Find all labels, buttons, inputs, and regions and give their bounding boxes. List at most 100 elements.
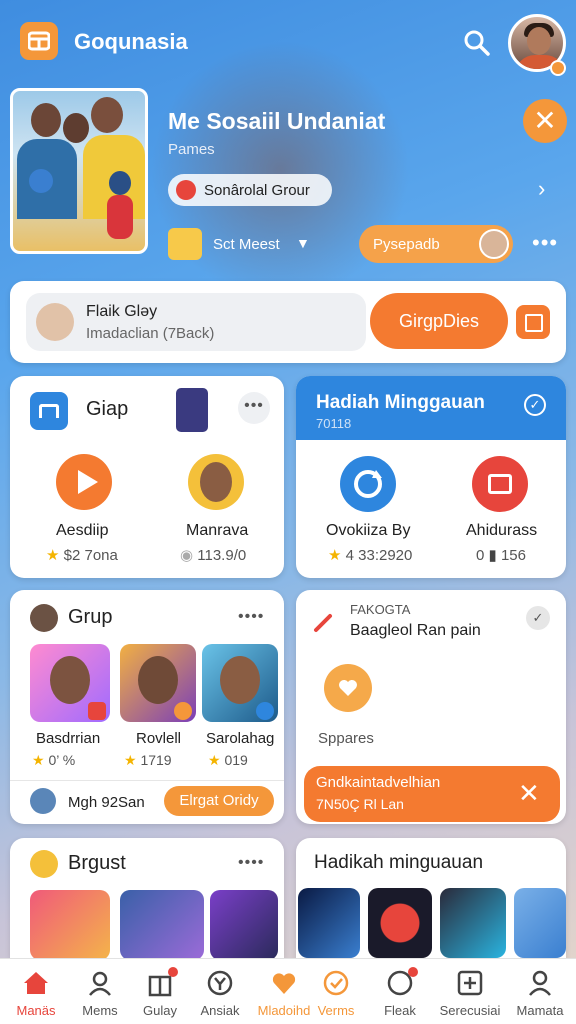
card-fakogta: FAKOGTA Baagleol Ran pain ✓ Sppares Gndk…: [296, 590, 566, 824]
banner-line-2: 7N50Ç Rl Lan: [316, 796, 404, 812]
close-icon[interactable]: ✕: [518, 778, 540, 809]
card-grup-title: Grup: [68, 606, 113, 628]
nav-item-serecusiai[interactable]: Serecusiai: [438, 959, 502, 1024]
nav-label: Ansiak: [200, 1003, 240, 1018]
more-icon[interactable]: •••: [238, 392, 270, 424]
more-icon[interactable]: ••••: [238, 608, 264, 626]
nav-item-verms[interactable]: Verms: [304, 959, 368, 1024]
nav-label: Mamata: [516, 1003, 564, 1018]
member-name: Sarolahag: [206, 730, 275, 747]
orange-pill-label: Pysepadb: [373, 235, 440, 253]
nav-item-mems[interactable]: Mems: [68, 959, 132, 1024]
card-brgust: Brgust ••••: [10, 838, 284, 958]
nav-item-fleak[interactable]: Fleak: [368, 959, 432, 1024]
people-icon: [89, 971, 111, 996]
giap-item-label: Aesdiip: [56, 522, 109, 539]
nav-label: Verms: [317, 1003, 355, 1018]
member-stat: ★ 0’ %: [32, 752, 76, 768]
notification-badge: [408, 967, 418, 977]
grup-footer-button[interactable]: Elrgat Oridy: [164, 786, 274, 816]
grup-footer-text: Mgh 92San: [68, 794, 145, 811]
heart-icon[interactable]: [324, 664, 372, 712]
refresh-icon[interactable]: [340, 456, 396, 512]
play-icon[interactable]: [56, 454, 112, 510]
compose-primary-button[interactable]: GirgpDies: [370, 293, 508, 349]
member-name: Basdrrian: [36, 730, 101, 747]
user-avatar-icon[interactable]: [188, 454, 244, 510]
banner-line-1: Gndkaintadvelhian: [316, 774, 441, 791]
add-square-icon: [457, 970, 483, 996]
nav-label: Fleak: [384, 1003, 416, 1018]
fakogta-title: Baagleol Ran pain: [350, 622, 481, 639]
card-giap-title: Giap: [86, 398, 129, 420]
meet-label[interactable]: Sct Meest: [213, 236, 280, 253]
member-name: Rovlell: [136, 730, 182, 747]
card-hadiah-subtitle: 70118: [316, 416, 352, 431]
member-photo[interactable]: [120, 644, 196, 722]
fakogta-action-label[interactable]: Sppares: [318, 730, 374, 747]
member-photo[interactable]: [202, 644, 278, 722]
hadiah-item-label: Ahidurass: [466, 522, 538, 539]
media-thumb[interactable]: [298, 888, 360, 958]
card-hadikah: Hadikah minguauan: [296, 838, 566, 958]
hadiah-item-stat: ★ 4 33:2920: [328, 547, 413, 564]
member-stat: ★ 019: [208, 752, 248, 768]
phone-icon: [176, 388, 208, 432]
more-icon[interactable]: ••••: [238, 854, 264, 872]
nav-item-ansiak[interactable]: Ansiak: [188, 959, 252, 1024]
media-thumb[interactable]: [210, 890, 278, 958]
gift-box-icon[interactable]: [472, 456, 528, 512]
card-giap: Giap ••• Aesdiip ★ $2 7ona Manrava ◉ 113…: [10, 376, 284, 578]
fakogta-banner[interactable]: Gndkaintadvelhian 7N50Ç Rl Lan ✕: [304, 766, 560, 822]
chevron-down-icon[interactable]: ▼: [296, 235, 310, 251]
card-hadiah: Hadiah Minggauan 70118 ✓ Ovokiiza By ★ 4…: [296, 376, 566, 578]
giap-item-stat: ◉ 113.9/0: [180, 547, 247, 564]
profile-badge: [550, 60, 566, 76]
media-thumb[interactable]: [120, 890, 204, 958]
reward-icon: [323, 970, 349, 996]
group-pill-label: Sonârolal Grour: [204, 181, 310, 199]
nav-item-mamata[interactable]: Mamata: [508, 959, 572, 1024]
compose-bar: Flaik Gləy Imadaclian (7Back) GirgpDies: [10, 281, 566, 363]
compose-field[interactable]: Flaik Gləy Imadaclian (7Back): [26, 293, 366, 351]
chevron-right-icon[interactable]: ›: [538, 176, 545, 202]
verified-icon[interactable]: ✓: [524, 394, 546, 416]
search-icon[interactable]: [462, 28, 492, 58]
app-logo-icon[interactable]: [20, 22, 58, 60]
media-thumb[interactable]: [440, 888, 506, 958]
pencil-icon: [312, 610, 336, 634]
check-icon[interactable]: ✓: [526, 606, 550, 630]
member-stat: ★ 1719: [124, 752, 172, 768]
heart-icon: [272, 973, 296, 994]
nav-label: Manäs: [16, 1003, 56, 1018]
nav-item-home[interactable]: Manäs: [4, 959, 68, 1024]
hadiah-item-label: Ovokiiza By: [326, 522, 411, 539]
compose-avatar: [36, 303, 74, 341]
grup-avatar: [30, 604, 58, 632]
footer-avatar: [30, 788, 56, 814]
nav-label: Mems: [82, 1003, 118, 1018]
group-pill[interactable]: Sonârolal Grour: [168, 174, 332, 206]
giap-item-stat: ★ $2 7ona: [46, 547, 118, 564]
profile-icon: [529, 970, 551, 996]
top-bar: Goqunasia: [0, 0, 576, 84]
fakogta-kicker: FAKOGTA: [350, 602, 411, 617]
square-icon[interactable]: [516, 305, 550, 339]
nav-item-gulay[interactable]: Gulay: [128, 959, 192, 1024]
giap-item-label: Manrava: [186, 522, 249, 539]
more-icon[interactable]: •••: [532, 230, 558, 256]
orange-pill-button[interactable]: Pysepadb: [359, 225, 513, 263]
card-brgust-title: Brgust: [68, 852, 126, 874]
card-hadiah-title: Hadiah Minggauan: [316, 392, 485, 413]
notification-badge: [168, 967, 178, 977]
hero-title: Me Sosaiil Undaniat: [168, 108, 386, 134]
giap-icon: [30, 392, 68, 430]
media-thumb[interactable]: [514, 888, 566, 958]
hero-group-photo[interactable]: [10, 88, 148, 254]
meet-icon: [168, 228, 202, 260]
nav-label: Gulay: [143, 1003, 177, 1018]
member-photo[interactable]: [30, 644, 110, 722]
close-icon[interactable]: ✕: [523, 99, 567, 143]
media-thumb[interactable]: [368, 888, 432, 958]
media-thumb[interactable]: [30, 890, 110, 958]
